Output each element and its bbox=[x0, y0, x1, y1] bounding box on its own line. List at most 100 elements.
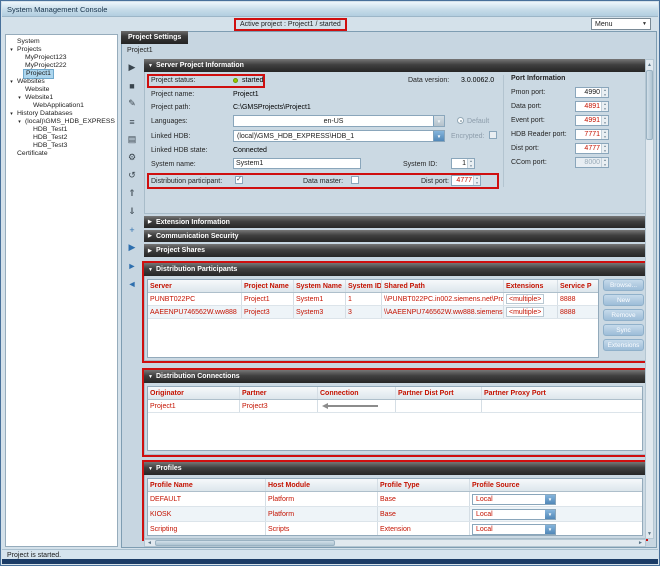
tree-item-project1[interactable]: Project1 bbox=[6, 70, 117, 78]
column-header-connection[interactable]: Connection bbox=[318, 387, 396, 399]
system-id-spinner[interactable]: 1 ▴▾ bbox=[451, 158, 475, 169]
data-port-spinner[interactable]: 4891▴▾ bbox=[575, 101, 609, 112]
sync-button[interactable]: Sync bbox=[603, 324, 644, 336]
expander-icon[interactable]: ▾ bbox=[8, 46, 15, 54]
table-row[interactable]: KIOSK Platform Base Local▼ bbox=[148, 507, 642, 522]
toolbar-stop-button[interactable]: ■ bbox=[126, 79, 139, 92]
browse-button[interactable]: Browse... bbox=[603, 279, 644, 291]
toolbar-forward-button[interactable]: ► bbox=[126, 259, 139, 272]
menu-dropdown[interactable]: Menu ▼ bbox=[591, 18, 651, 30]
extensions-dropdown[interactable]: <multiple> bbox=[506, 294, 544, 304]
horizontal-scrollbar[interactable]: ◄ ► bbox=[144, 539, 646, 547]
expander-icon[interactable]: ▾ bbox=[8, 78, 15, 86]
column-header-service-port[interactable]: Service P bbox=[558, 280, 598, 292]
new-button[interactable]: New bbox=[603, 294, 644, 306]
toolbar-add-button[interactable]: + bbox=[126, 223, 139, 236]
column-header-partner[interactable]: Partner bbox=[240, 387, 318, 399]
distribution-participant-checkbox[interactable]: ✓ bbox=[235, 176, 243, 184]
column-header-shared-path[interactable]: Shared Path bbox=[382, 280, 504, 292]
dist-port-spinner[interactable]: 4777 ▴▾ bbox=[451, 175, 481, 186]
scroll-left-icon[interactable]: ◄ bbox=[145, 540, 154, 546]
section-header-extension-information[interactable]: ▶ Extension Information bbox=[144, 216, 646, 228]
tree-item-certificate[interactable]: Certificate bbox=[6, 150, 117, 158]
expander-icon[interactable]: ▾ bbox=[16, 94, 23, 102]
dist-port-info-spinner[interactable]: 4777▴▾ bbox=[575, 143, 609, 154]
tree-item-local-gms-hdb-express[interactable]: ▾(local)\GMS_HDB_EXPRESS bbox=[6, 118, 117, 126]
expander-icon[interactable]: ▾ bbox=[8, 110, 15, 118]
tree-item-website[interactable]: Website bbox=[6, 86, 117, 94]
section-header-profiles[interactable]: ▼ Profiles bbox=[144, 462, 646, 475]
column-header-extensions[interactable]: Extensions bbox=[504, 280, 558, 292]
column-header-project-name[interactable]: Project Name bbox=[242, 280, 294, 292]
tree-item-projects[interactable]: ▾Projects bbox=[6, 46, 117, 54]
scroll-up-icon[interactable]: ▲ bbox=[646, 60, 653, 69]
languages-combobox[interactable]: en-US ▼ bbox=[233, 115, 445, 127]
scroll-right-icon[interactable]: ► bbox=[636, 540, 645, 546]
tree-item-webapplication1[interactable]: WebApplication1 bbox=[6, 102, 117, 110]
toolbar-settings-button[interactable]: ⚙ bbox=[126, 151, 139, 164]
spin-down-icon[interactable]: ▾ bbox=[468, 164, 474, 169]
data-master-checkbox[interactable] bbox=[351, 176, 359, 184]
spin-down-icon[interactable]: ▾ bbox=[602, 149, 608, 154]
system-name-input[interactable]: System1 bbox=[233, 158, 361, 169]
spin-down-icon[interactable]: ▾ bbox=[602, 135, 608, 140]
section-header-distribution-connections[interactable]: ▼ Distribution Connections bbox=[144, 370, 646, 383]
section-header-server-project-information[interactable]: ▼ Server Project Information bbox=[144, 59, 646, 72]
default-radio[interactable] bbox=[457, 117, 464, 124]
toolbar-edit-button[interactable]: ✎ bbox=[126, 97, 139, 110]
column-header-system-id[interactable]: System ID bbox=[346, 280, 382, 292]
column-header-profile-name[interactable]: Profile Name bbox=[148, 479, 266, 491]
spin-down-icon[interactable]: ▾ bbox=[474, 181, 480, 186]
scrollbar-thumb[interactable] bbox=[155, 540, 335, 546]
table-row[interactable]: DEFAULT Platform Base Local▼ bbox=[148, 492, 642, 507]
event-port-spinner[interactable]: 4991▴▾ bbox=[575, 115, 609, 126]
tree-item-hdb-test2[interactable]: HDB_Test2 bbox=[6, 134, 117, 142]
tree-item-myproject123[interactable]: MyProject123 bbox=[6, 54, 117, 62]
section-header-communication-security[interactable]: ▶ Communication Security bbox=[144, 230, 646, 242]
extensions-dropdown[interactable]: <multiple> bbox=[506, 307, 544, 317]
toolbar-activate-button[interactable]: ▶ bbox=[126, 241, 139, 254]
column-header-profile-source[interactable]: Profile Source bbox=[470, 479, 642, 491]
tree-item-websites[interactable]: ▾Websites bbox=[6, 78, 117, 86]
column-header-host-module[interactable]: Host Module bbox=[266, 479, 378, 491]
spin-down-icon[interactable]: ▾ bbox=[602, 107, 608, 112]
remove-button[interactable]: Remove bbox=[603, 309, 644, 321]
section-header-project-shares[interactable]: ▶ Project Shares bbox=[144, 244, 646, 257]
encrypted-checkbox[interactable] bbox=[489, 131, 497, 139]
column-header-originator[interactable]: Originator bbox=[148, 387, 240, 399]
profile-source-combobox[interactable]: Local▼ bbox=[472, 509, 556, 520]
expander-icon[interactable]: ▾ bbox=[16, 118, 23, 126]
hdb-reader-port-spinner[interactable]: 7771▴▾ bbox=[575, 129, 609, 140]
spin-down-icon[interactable]: ▾ bbox=[602, 121, 608, 126]
column-header-profile-type[interactable]: Profile Type bbox=[378, 479, 470, 491]
tree-item-system[interactable]: System bbox=[6, 38, 117, 46]
toolbar-export-button[interactable]: ⇓ bbox=[126, 205, 139, 218]
table-row[interactable]: Scripting Scripts Extension Local▼ bbox=[148, 522, 642, 536]
tab-project-settings[interactable]: Project Settings bbox=[121, 31, 188, 44]
tree-item-hdb-test1[interactable]: HDB_Test1 bbox=[6, 126, 117, 134]
table-row[interactable]: Project1 Project3 bbox=[148, 400, 642, 413]
tree-item-hdb-test3[interactable]: HDB_Test3 bbox=[6, 142, 117, 150]
table-row[interactable]: AAEENPU746562W.ww888 Project3 System3 3 … bbox=[148, 306, 598, 319]
vertical-scrollbar[interactable]: ▲ ▼ bbox=[645, 59, 654, 539]
column-header-partner-dist-port[interactable]: Partner Dist Port bbox=[396, 387, 482, 399]
toolbar-save-button[interactable]: ▤ bbox=[126, 133, 139, 146]
table-row[interactable]: PUNBT022PC Project1 System1 1 \\PUNBT022… bbox=[148, 293, 598, 306]
pmon-port-spinner[interactable]: 4990▴▾ bbox=[575, 87, 609, 98]
profile-source-combobox[interactable]: Local▼ bbox=[472, 494, 556, 505]
toolbar-restore-button[interactable]: ↺ bbox=[126, 169, 139, 182]
profile-source-combobox[interactable]: Local▼ bbox=[472, 524, 556, 535]
toolbar-back-button[interactable]: ◄ bbox=[126, 277, 139, 290]
toolbar-start-button[interactable]: ▶ bbox=[126, 61, 139, 74]
scrollbar-thumb[interactable] bbox=[646, 70, 653, 140]
linked-hdb-combobox[interactable]: (local)\GMS_HDB_EXPRESS\HDB_1 ▼ bbox=[233, 130, 445, 142]
extensions-button[interactable]: Extensions bbox=[603, 339, 644, 351]
toolbar-list-button[interactable]: ≡ bbox=[126, 115, 139, 128]
scroll-down-icon[interactable]: ▼ bbox=[646, 529, 653, 538]
tree-item-history-databases[interactable]: ▾History Databases bbox=[6, 110, 117, 118]
toolbar-import-button[interactable]: ⇑ bbox=[126, 187, 139, 200]
column-header-server[interactable]: Server bbox=[148, 280, 242, 292]
column-header-partner-proxy-port[interactable]: Partner Proxy Port bbox=[482, 387, 642, 399]
column-header-system-name[interactable]: System Name bbox=[294, 280, 346, 292]
section-header-distribution-participants[interactable]: ▼ Distribution Participants bbox=[144, 263, 646, 276]
